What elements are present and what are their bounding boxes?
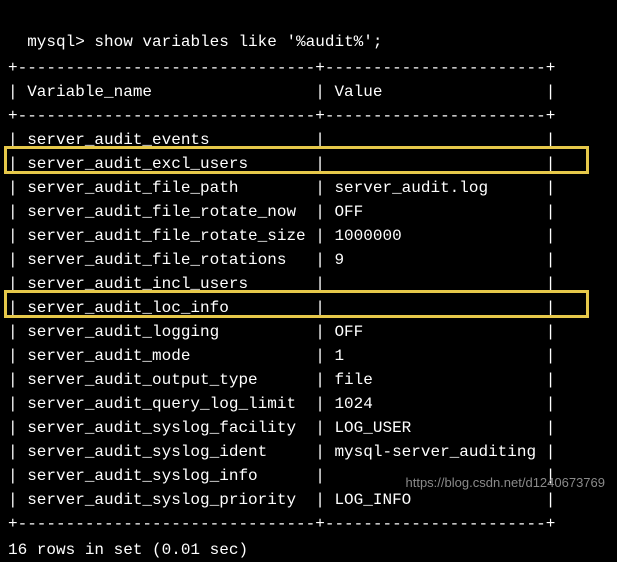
- table-row-12: | server_audit_syslog_facility | LOG_USE…: [8, 416, 609, 440]
- table-row-6: | server_audit_incl_users | |: [8, 272, 609, 296]
- table-border-mid: +-------------------------------+-------…: [8, 104, 609, 128]
- table-row-11: | server_audit_query_log_limit | 1024 |: [8, 392, 609, 416]
- table-row-4: | server_audit_file_rotate_size | 100000…: [8, 224, 609, 248]
- table-row-2: | server_audit_file_path | server_audit.…: [8, 176, 609, 200]
- watermark-url: https://blog.csdn.net/d1240673769: [406, 473, 606, 493]
- sql-query: show variables like '%audit%';: [94, 33, 382, 51]
- table-border-top: +-------------------------------+-------…: [8, 56, 609, 80]
- table-row-9: | server_audit_mode | 1 |: [8, 344, 609, 368]
- table-row-1: | server_audit_excl_users | |: [8, 152, 609, 176]
- table-header-row: | Variable_name | Value |: [8, 80, 609, 104]
- table-border-bottom: +-------------------------------+-------…: [8, 512, 609, 536]
- table-row-3: | server_audit_file_rotate_now | OFF |: [8, 200, 609, 224]
- command-line: mysql> show variables like '%audit%';: [8, 6, 609, 54]
- table-row-8: | server_audit_logging | OFF |: [8, 320, 609, 344]
- result-table: +-------------------------------+-------…: [8, 56, 609, 536]
- mysql-prompt: mysql>: [27, 33, 85, 51]
- table-row-10: | server_audit_output_type | file |: [8, 368, 609, 392]
- table-row-5: | server_audit_file_rotations | 9 |: [8, 248, 609, 272]
- table-row-7: | server_audit_loc_info | |: [8, 296, 609, 320]
- table-row-0: | server_audit_events | |: [8, 128, 609, 152]
- result-footer: 16 rows in set (0.01 sec): [8, 538, 609, 562]
- table-row-13: | server_audit_syslog_ident | mysql-serv…: [8, 440, 609, 464]
